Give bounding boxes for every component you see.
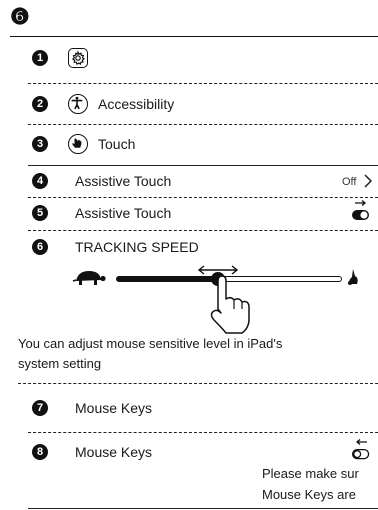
toggle-icon[interactable]: [350, 199, 372, 226]
divider-6: [18, 383, 378, 384]
accessibility-icon: [68, 94, 88, 114]
divider-3: [28, 165, 378, 166]
step-5-label: Assistive Touch: [75, 205, 172, 221]
divider-5: [28, 230, 378, 231]
step-8-row[interactable]: 8 Mouse Keys: [32, 439, 378, 462]
step-header-number: ❻: [10, 4, 30, 29]
header-divider: [10, 36, 378, 37]
step-2-label: Accessibility: [98, 96, 175, 112]
step-6-label: TRACKING SPEED: [75, 239, 199, 255]
rabbit-icon: [346, 268, 360, 291]
toggle-off-icon[interactable]: [350, 438, 372, 465]
step-7-label: Mouse Keys: [75, 400, 153, 416]
step-badge-4: 4: [32, 173, 48, 189]
chevron-right-icon[interactable]: [363, 172, 373, 193]
step-badge-6: 6: [32, 239, 48, 255]
step-4-label: Assistive Touch: [75, 173, 172, 189]
divider-4: [28, 197, 378, 198]
step-badge-1: 1: [32, 50, 48, 66]
mouse-keys-note-line-1: Please make sur: [262, 466, 359, 481]
mouse-keys-note-line-2: Mouse Keys are: [262, 487, 356, 502]
divider-1: [28, 83, 378, 84]
bottom-rule: [28, 508, 378, 509]
step-badge-5: 5: [32, 205, 48, 221]
step-badge-2: 2: [32, 96, 48, 112]
step-badge-8: 8: [32, 444, 48, 460]
step-3-label: Touch: [98, 136, 136, 152]
tracking-note-line-1: You can adjust mouse sensitive level in …: [18, 336, 283, 351]
tracking-note-line-2: system setting: [18, 356, 102, 371]
divider-2: [28, 124, 378, 125]
step-4-row[interactable]: 4 Assistive Touch Off: [32, 171, 378, 191]
pointing-hand-icon: [204, 275, 260, 340]
assistive-touch-status: Off: [342, 176, 357, 188]
gear-icon[interactable]: [68, 48, 88, 68]
step-badge-7: 7: [32, 400, 48, 416]
divider-7: [28, 432, 378, 433]
step-5-row[interactable]: 5 Assistive Touch: [32, 200, 378, 223]
touch-hand-icon: [68, 134, 88, 154]
step-8-label: Mouse Keys: [75, 444, 153, 460]
turtle-icon: [72, 268, 106, 291]
step-badge-3: 3: [32, 136, 48, 152]
